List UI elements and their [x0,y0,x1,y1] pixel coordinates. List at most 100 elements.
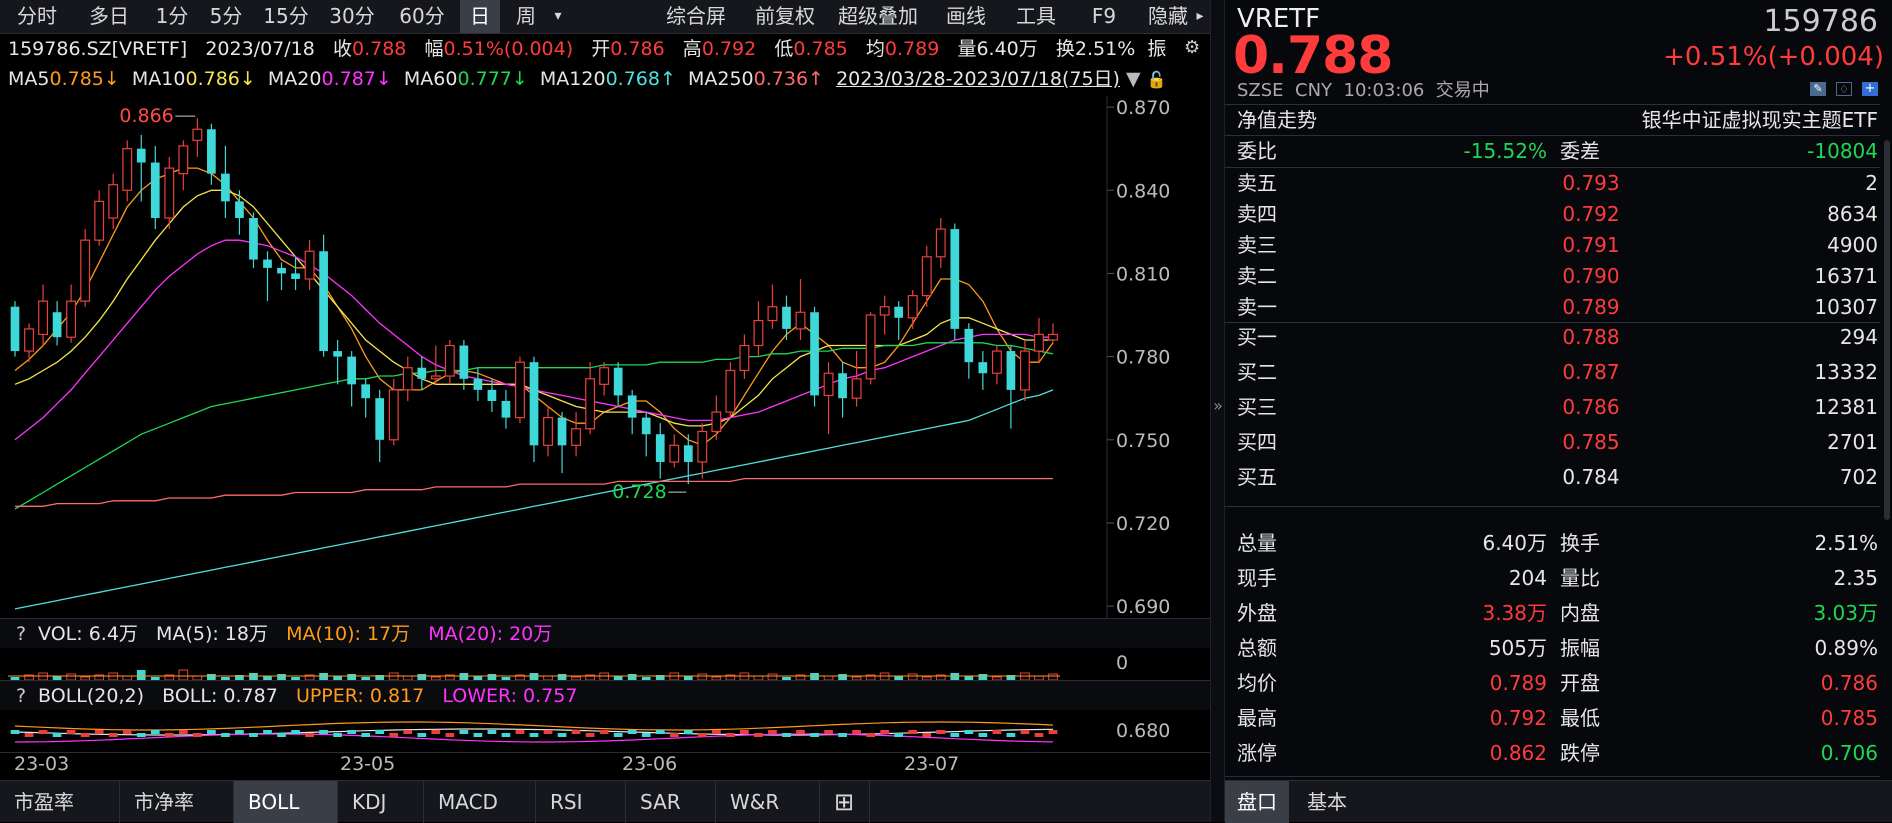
forward-adjust-button[interactable]: 前复权 [743,0,827,33]
currency: CNY [1295,80,1333,101]
boll-candle [824,730,833,734]
boll-candle [122,730,132,734]
volume-help-icon[interactable]: ? [10,619,32,649]
composite-screen-button[interactable]: 综合屏 [655,0,737,33]
volume-bar [136,670,146,680]
alert-icon[interactable]: ♢ [1836,82,1852,96]
candle-body [838,373,847,399]
tab-pe[interactable]: 市盈率 [0,781,120,823]
candlestick-chart[interactable]: 0.870 0.840 0.810 0.780 0.750 0.720 0.690 0.866… [0,96,1210,620]
draw-line-button[interactable]: 画线 [938,0,994,33]
period-tab-intraday[interactable]: 分时 [4,0,70,33]
ask-row[interactable]: 卖三 0.791 4900 [1225,230,1892,261]
boll-candle [754,733,763,737]
bid-price: 0.787 [1562,360,1620,384]
bid-row[interactable]: 买五 0.784 702 [1225,462,1892,493]
period-tab-weekly[interactable]: 周 [506,0,546,33]
candle-body [823,372,834,397]
candle-body [782,306,791,329]
period-tab-5min[interactable]: 5分 [200,0,252,33]
candle-body [444,344,455,377]
tab-orderbook[interactable]: 盘口 [1225,781,1289,823]
period-tab-1min[interactable]: 1分 [146,0,198,33]
tab-basic[interactable]: 基本 [1295,781,1359,823]
price-axis-label: 0.810 [1116,263,1170,285]
date-range[interactable]: 2023/03/28-2023/07/18(75日) [836,68,1120,90]
tab-rsi[interactable]: RSI [536,781,626,823]
stat-label: 开盘 [1560,671,1600,695]
tab-sar[interactable]: SAR [626,781,716,823]
hide-button[interactable]: 隐藏 [1142,0,1194,33]
ask-row[interactable]: 卖五 0.793 2 [1225,168,1892,199]
tab-boll[interactable]: BOLL [234,781,338,823]
boll-mid: BOLL: 0.787 [162,685,278,707]
more-arrow-icon[interactable]: ▸ [1192,0,1208,33]
candle-body [375,398,385,440]
panel-splitter[interactable]: » [1210,0,1225,822]
nav-row[interactable]: 净值走势 银华中证虚拟现实主题ETF [1225,105,1892,136]
candle-body [24,328,34,352]
candle-body [1006,351,1016,390]
stat-row: 最高 0.792 最低 0.785 [1225,703,1892,734]
stat-value: 204 [1508,566,1547,590]
candle-body [249,217,258,260]
bid-row[interactable]: 买二 0.787 13332 [1225,357,1892,388]
tools-button[interactable]: 工具 [1008,0,1064,33]
boll-candle [319,730,328,734]
collapse-icon[interactable]: » [1211,396,1225,415]
candle-body [529,362,539,446]
volume-ma5: MA(5): 18万 [156,623,268,645]
tab-kdj[interactable]: KDJ [338,781,424,823]
stat-label: 现手 [1237,566,1277,590]
boll-help-icon[interactable]: ? [10,681,32,711]
boll-candle [347,730,357,734]
boll-candle [1020,730,1030,734]
candle-body [907,295,918,319]
scrollbar[interactable] [1884,140,1890,520]
ask-row[interactable]: 卖二 0.790 16371 [1225,261,1892,292]
boll-candle [221,733,230,737]
period-tab-multiday[interactable]: 多日 [76,0,142,33]
ask-label: 卖一 [1237,295,1277,319]
ma-legend-value: 0.736↑ [753,68,824,90]
boll-indicator: BOLL(20,2) [38,685,145,707]
period-tab-60min[interactable]: 60分 [392,0,452,33]
lock-icon[interactable]: 🔓 [1147,70,1167,89]
tab-wr[interactable]: W&R [716,781,820,823]
boll-candle [38,730,48,734]
period-tab-daily[interactable]: 日 [460,0,500,33]
bid-row[interactable]: 买四 0.785 2701 [1225,427,1892,458]
bid-row[interactable]: 买一 0.788 294 [1225,322,1892,353]
stat-label: 外盘 [1237,601,1277,625]
boll-candle [964,730,974,734]
price-axis-label: 0.780 [1116,347,1170,369]
period-tab-15min[interactable]: 15分 [256,0,316,33]
settings-gear-icon[interactable]: ⚙ [1184,37,1206,61]
price-axis-label: 0.750 [1116,430,1170,452]
period-tab-30min[interactable]: 30分 [322,0,382,33]
tab-macd[interactable]: MACD [424,781,536,823]
range-dropdown-icon[interactable]: ▼ [1120,68,1147,90]
stat-label: 均价 [1237,671,1277,695]
nav-trend-label: 净值走势 [1237,108,1317,132]
boll-candle [417,733,427,737]
boll-candle [1048,730,1058,734]
f9-button[interactable]: F9 [1082,0,1126,33]
edit-icon[interactable]: ✎ [1810,82,1826,96]
quote-tabs: 盘口 基本 [1225,780,1892,823]
boll-chart[interactable] [0,712,1100,750]
low-label: 低 [774,38,794,60]
stat-label: 跌停 [1560,741,1600,765]
ask-row[interactable]: 卖一 0.789 10307 [1225,292,1892,323]
candle-body [122,148,133,191]
add-watchlist-icon[interactable]: + [1862,82,1878,96]
volume-chart[interactable] [0,648,1100,680]
super-overlay-button[interactable]: 超级叠加 [832,0,924,33]
price-axis-label: 0.840 [1116,180,1170,202]
bid-row[interactable]: 买三 0.786 12381 [1225,392,1892,423]
ask-row[interactable]: 卖四 0.792 8634 [1225,199,1892,230]
tab-pb[interactable]: 市净率 [120,781,234,823]
period-dropdown-icon[interactable]: ▾ [548,0,568,33]
add-indicator-icon[interactable]: ⊞ [820,781,870,823]
candle-body [150,162,160,218]
